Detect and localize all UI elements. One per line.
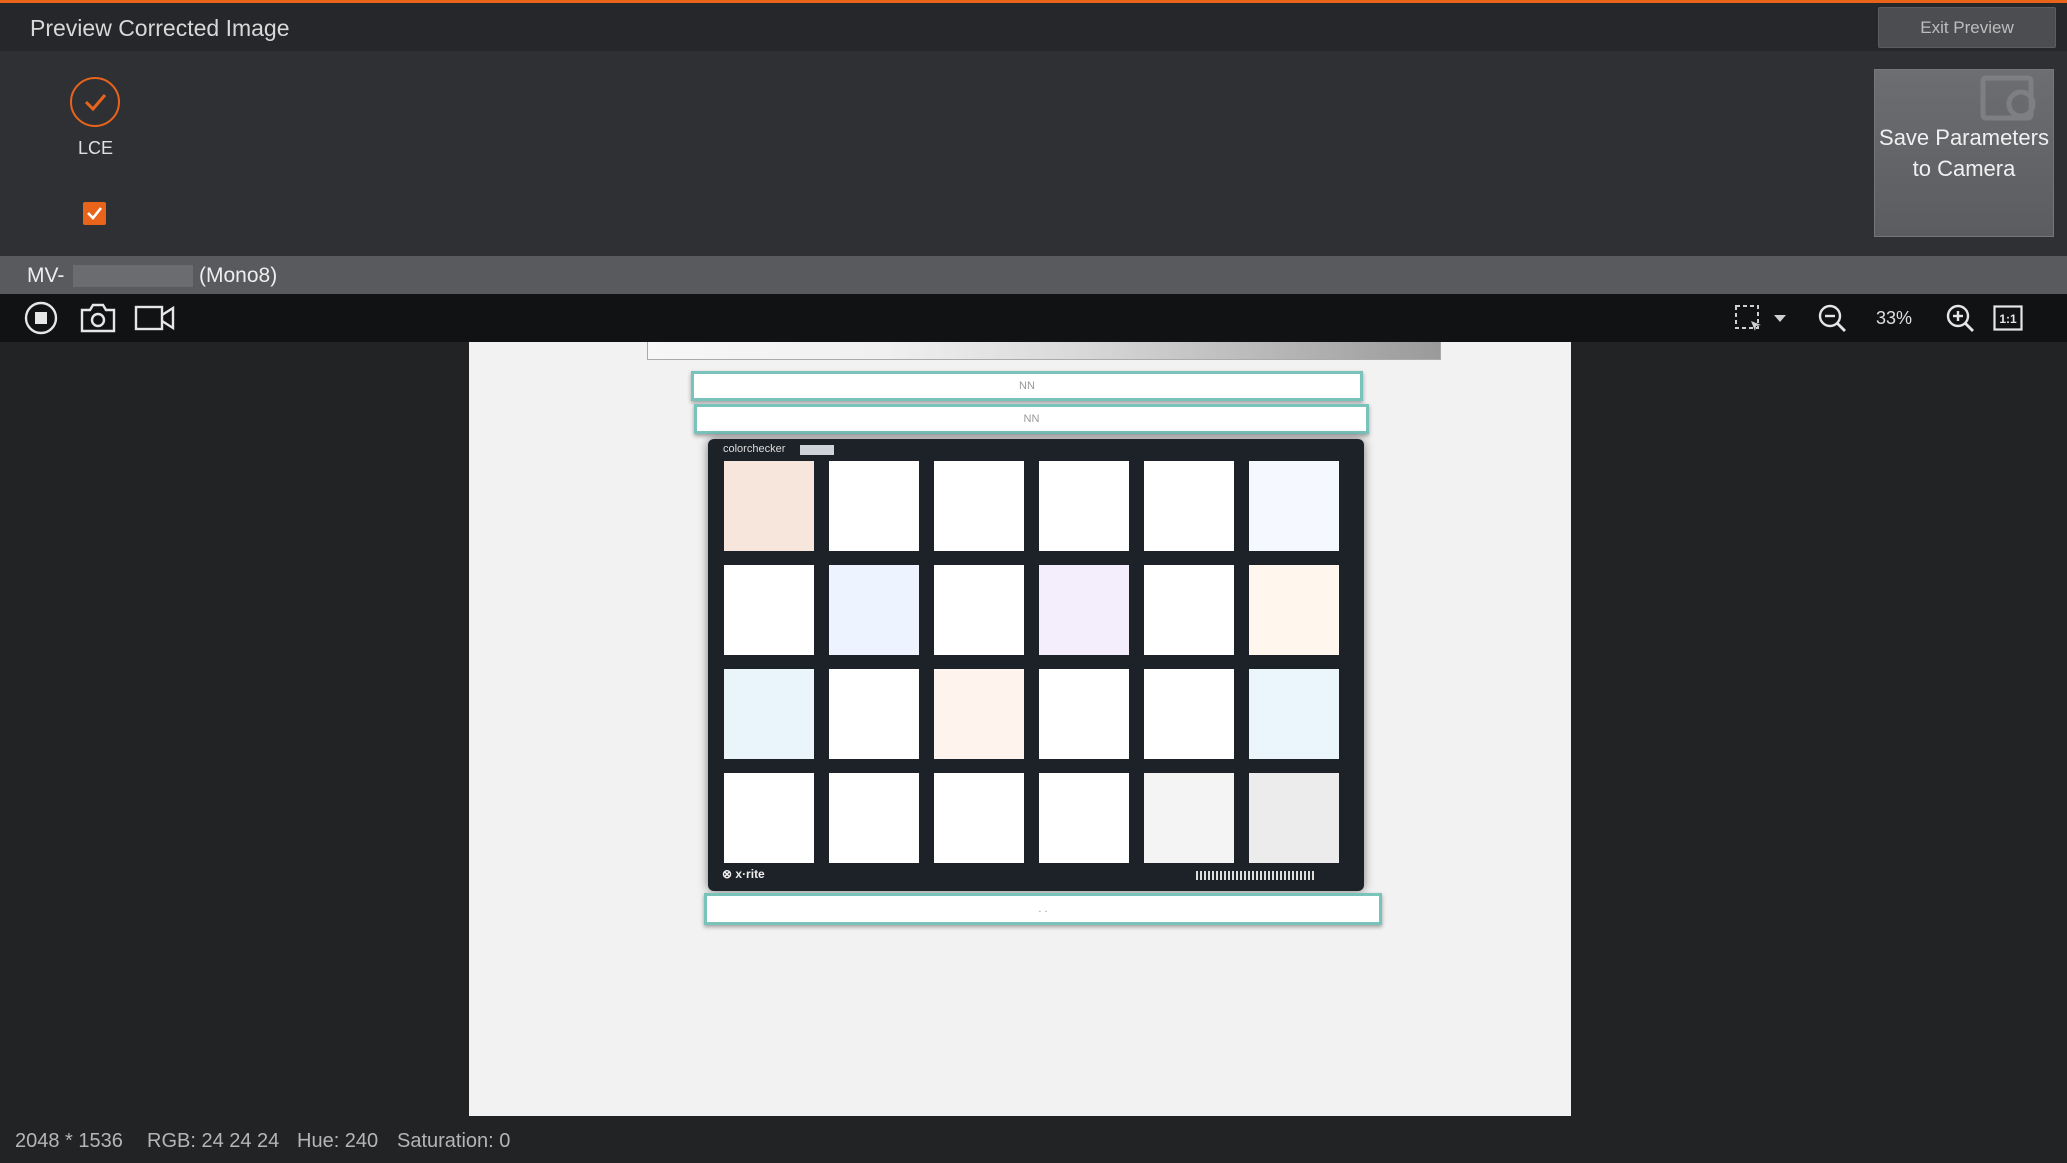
color-checker-board: colorchecker ⊗ x·rite: [708, 439, 1364, 891]
record-video-icon[interactable]: [134, 302, 176, 334]
color-patch: [724, 461, 814, 551]
actual-size-icon[interactable]: 1:1: [1992, 302, 2024, 334]
status-saturation: Saturation: 0: [397, 1130, 511, 1152]
color-patch: [1249, 461, 1339, 551]
preview-toolbar: 33% 1:1: [0, 294, 2067, 342]
color-patch: [1039, 773, 1129, 863]
lce-enable-checkbox[interactable]: [83, 202, 106, 225]
color-patch: [724, 565, 814, 655]
bottom-label-strip: . .: [704, 893, 1382, 925]
color-patch: [1144, 773, 1234, 863]
color-patch: [1144, 669, 1234, 759]
preview-image: NN NN colorchecker ⊗ x·rite . .: [469, 342, 1571, 1116]
color-patch: [829, 669, 919, 759]
color-patch: [934, 669, 1024, 759]
status-resolution: 2048 * 1536: [15, 1130, 123, 1152]
zoom-level: 33%: [1876, 308, 1913, 328]
pixel-format-label: (Mono8): [199, 264, 278, 287]
exit-preview-button[interactable]: Exit Preview: [1878, 7, 2056, 48]
save-parameters-to-camera-button[interactable]: Save Parameters to Camera: [1874, 69, 2054, 237]
board-ruler: [1196, 871, 1316, 880]
board-brand-badge: [800, 445, 834, 455]
chevron-down-icon[interactable]: [1772, 302, 1788, 334]
color-patch: [1144, 565, 1234, 655]
color-patch: [1144, 461, 1234, 551]
roi-select-icon[interactable]: [1732, 302, 1764, 334]
image-viewport[interactable]: NN NN colorchecker ⊗ x·rite . .: [0, 342, 2067, 1122]
camera-serial-redacted: [73, 265, 193, 287]
stop-icon[interactable]: [24, 301, 58, 335]
xrite-logo: ⊗ x·rite: [722, 867, 765, 881]
status-hue: Hue: 240: [297, 1130, 379, 1152]
zoom-in-icon[interactable]: [1944, 302, 1976, 334]
camera-info-bar: MV- (Mono8): [0, 256, 2067, 294]
color-patch: [829, 461, 919, 551]
save-label-line2: to Camera: [1912, 156, 2016, 181]
color-patch: [1249, 565, 1339, 655]
zoom-out-icon[interactable]: [1816, 302, 1848, 334]
actual-size-label: 1:1: [1999, 312, 2017, 326]
color-patch: [829, 565, 919, 655]
status-bar: 2048 * 1536 RGB: 24 24 24 Hue: 240 Satur…: [0, 1122, 2067, 1163]
color-patch: [934, 773, 1024, 863]
checkmark-icon: [87, 207, 103, 220]
color-patch: [934, 565, 1024, 655]
top-label-strip-1: NN: [691, 371, 1363, 401]
top-label-strip-2: NN: [694, 404, 1369, 434]
title-bar: Preview Corrected Image Exit Preview: [0, 3, 2067, 51]
board-brand-label: colorchecker: [723, 443, 786, 455]
status-rgb: RGB: 24 24 24: [147, 1130, 280, 1152]
lce-check-circle-icon[interactable]: [70, 77, 120, 127]
color-patch: [724, 669, 814, 759]
color-patch: [724, 773, 814, 863]
color-patch: [1039, 461, 1129, 551]
color-patch: [1249, 669, 1339, 759]
snapshot-camera-icon[interactable]: [79, 302, 117, 334]
color-patch: [1039, 565, 1129, 655]
color-patch: [829, 773, 919, 863]
tools-panel: LCE Save Parameters to Camera: [0, 51, 2067, 256]
save-label-line1: Save Parameters: [1879, 125, 2049, 150]
color-patch: [934, 461, 1024, 551]
top-paper-edge: [647, 342, 1441, 360]
color-patch: [1039, 669, 1129, 759]
lce-label: LCE: [78, 138, 114, 158]
color-patch: [1249, 773, 1339, 863]
camera-name-prefix: MV-: [27, 264, 65, 287]
window-title: Preview Corrected Image: [30, 15, 290, 41]
